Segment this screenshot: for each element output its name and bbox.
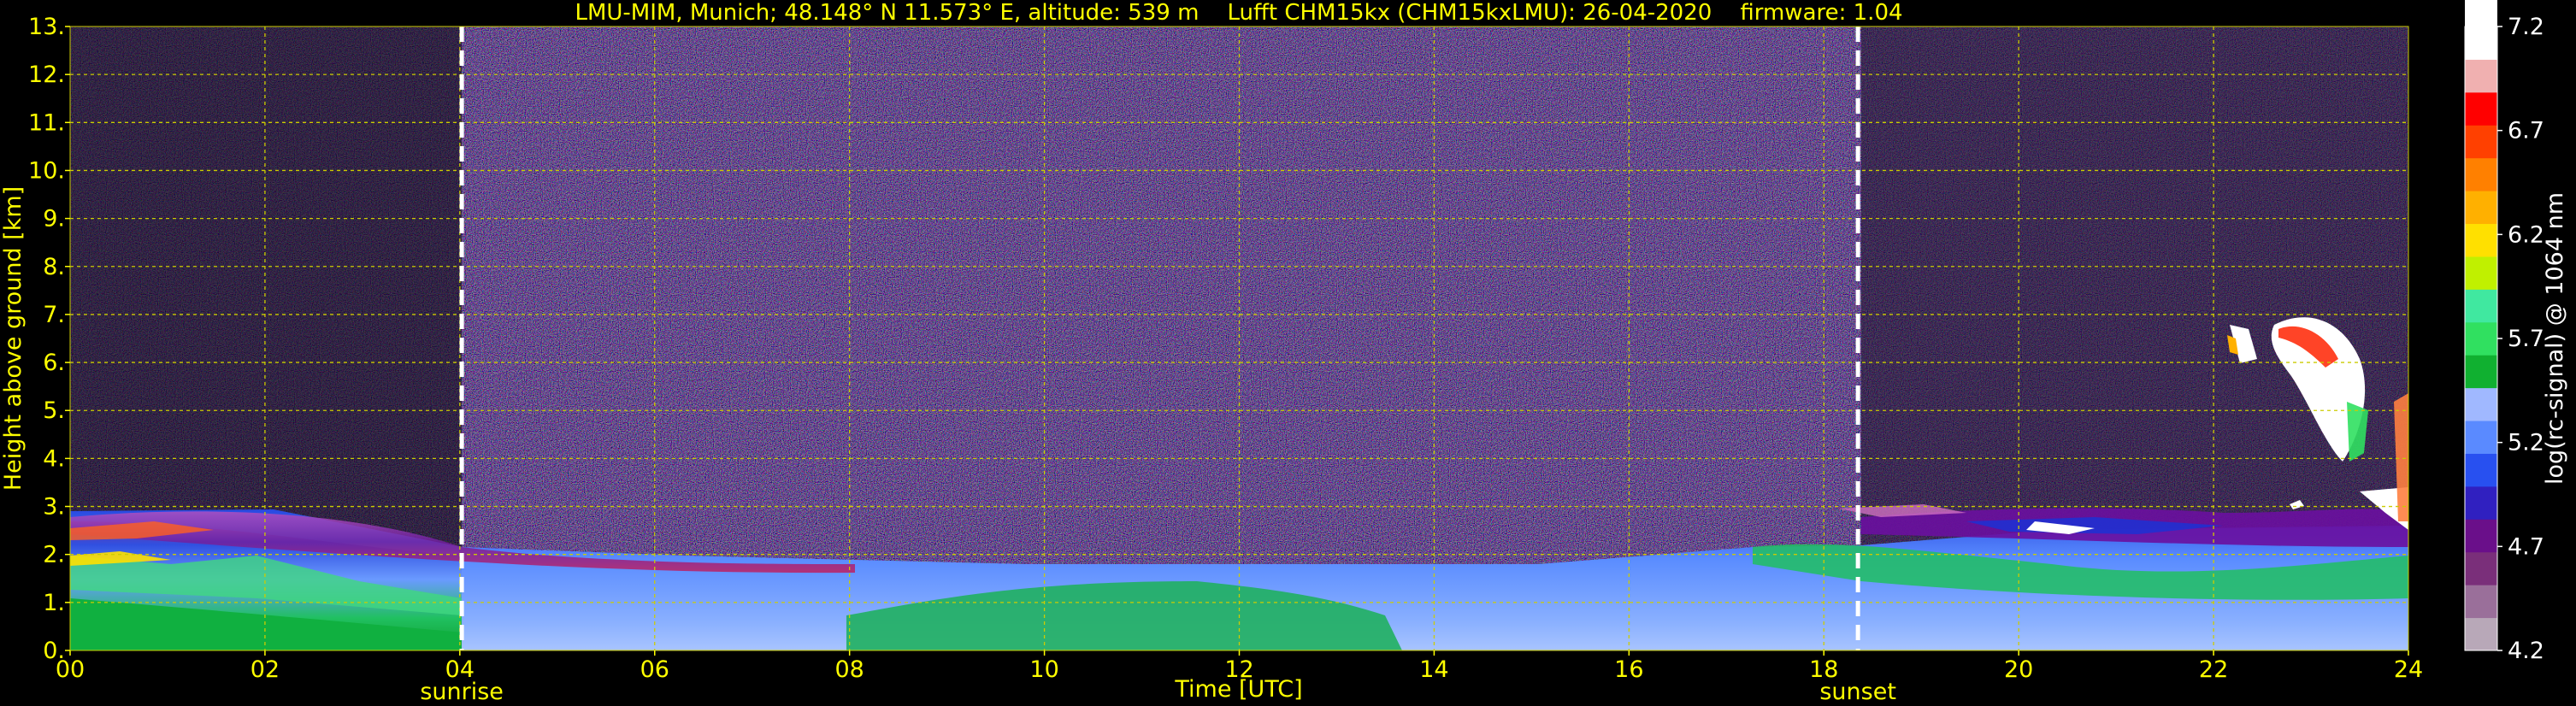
x-tick-label: 18: [1809, 656, 1838, 683]
colorbar: [2464, 0, 2498, 651]
colorbar-swatch: [2465, 453, 2497, 487]
x-tick-label: 24: [2394, 656, 2423, 683]
y-tick-label: 3.: [43, 494, 65, 521]
y-tick-label: 4.: [43, 445, 65, 472]
colorbar-swatch: [2465, 0, 2497, 60]
x-tick-label: 04: [445, 656, 475, 683]
x-tick-label: 14: [1419, 656, 1448, 683]
colorbar-tick-label: 6.7: [2508, 118, 2544, 144]
colorbar-tick-label: 7.2: [2508, 14, 2544, 40]
colorbar-label: log(rc-signal) @ 1064 nm: [2542, 192, 2568, 485]
x-tick-label: 08: [834, 656, 864, 683]
colorbar-swatch: [2465, 321, 2497, 356]
colorbar-swatch: [2465, 256, 2497, 290]
colorbar-ticks: 4.2 4.7 5.2 5.7 6.2 6.7 7.2: [2497, 14, 2544, 664]
colorbar-swatch: [2465, 91, 2497, 126]
y-tick-label: 8.: [43, 254, 65, 280]
colorbar-swatch: [2465, 59, 2497, 93]
y-tick-label: 5.: [43, 397, 65, 424]
y-axis-label: Height above ground [km]: [0, 186, 27, 491]
heatmap-image: [70, 26, 2408, 650]
colorbar-swatch: [2465, 421, 2497, 454]
colorbar-swatch: [2465, 617, 2497, 651]
colorbar-swatch: [2465, 519, 2497, 553]
x-tick-label: 02: [251, 656, 280, 683]
colorbar-tick-label: 4.7: [2508, 533, 2544, 560]
y-tick-label: 2.: [43, 542, 65, 568]
colorbar-swatch: [2465, 125, 2497, 159]
y-tick-label: 12.: [28, 62, 65, 88]
colorbar-tick-label: 5.7: [2508, 326, 2544, 352]
x-tick-label: 06: [640, 656, 669, 683]
x-tick-label: 22: [2199, 656, 2228, 683]
y-tick-label: 1.: [43, 590, 65, 616]
colorbar-swatch: [2465, 585, 2497, 619]
colorbar-tick-label: 5.2: [2508, 430, 2544, 456]
colorbar-swatch: [2465, 289, 2497, 323]
colorbar-swatch: [2465, 223, 2497, 257]
colorbar-swatch: [2465, 355, 2497, 389]
y-tick-label: 13.: [28, 14, 65, 40]
x-tick-label: 20: [2004, 656, 2033, 683]
colorbar-swatch: [2465, 387, 2497, 421]
y-tick-label: 9.: [43, 206, 65, 232]
y-tick-label: 11.: [28, 109, 65, 136]
y-axis-ticks: 0. 1. 2. 3. 4. 5. 6. 7. 8. 9. 10. 11. 12. 13.: [28, 14, 70, 664]
chart-title: LMU-MIM, Munich; 48.148° N 11.573° E, al…: [575, 0, 1902, 26]
y-tick-label: 7.: [43, 302, 65, 328]
x-tick-label: 10: [1029, 656, 1058, 683]
x-tick-label: 16: [1614, 656, 1643, 683]
colorbar-swatch: [2465, 157, 2497, 191]
ceilometer-chart: sunrise sunset 00 02 04 06 08 10 12 14 16 18 20 22 24…: [0, 0, 2568, 705]
y-tick-label: 10.: [28, 157, 65, 184]
colorbar-swatch: [2465, 551, 2497, 585]
y-tick-label: 6.: [43, 350, 65, 376]
colorbar-tick-label: 4.2: [2508, 638, 2544, 664]
x-axis-label: Time [UTC]: [1174, 676, 1302, 703]
colorbar-tick-label: 6.2: [2508, 221, 2544, 248]
colorbar-swatch: [2465, 191, 2497, 225]
y-tick-label: 0.: [43, 638, 65, 664]
colorbar-swatch: [2465, 485, 2497, 520]
